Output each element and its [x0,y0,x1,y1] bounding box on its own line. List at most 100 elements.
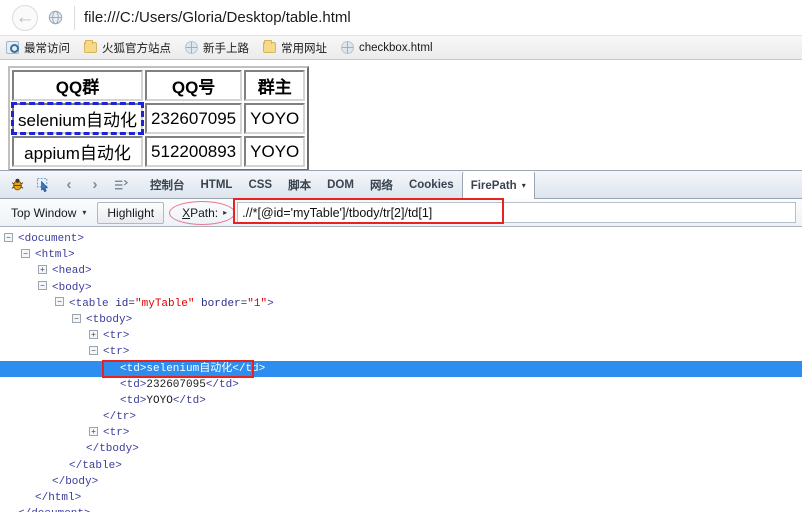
table-header-cell: 群主 [244,70,306,101]
dom-tag-name: <html> [35,249,75,262]
dom-node-row[interactable]: </html> [0,490,802,506]
table-cell[interactable]: YOYO [244,103,306,134]
firebug-nav-back-icon[interactable]: ‹ [56,171,82,198]
table-cell[interactable]: 232607095 [145,103,243,134]
table-row[interactable]: selenium自动化 232607095 YOYO [10,102,306,135]
dom-node-row[interactable]: − <body> [0,280,802,296]
browser-chrome: ← file:///C:/Users/Gloria/Desktop/table.… [0,0,802,60]
expand-twisty-icon[interactable]: + [89,426,98,436]
table-body: QQ群 QQ号 群主 selenium自动化 232607095 YOYO ap… [10,70,306,167]
xpath-mode-label: XPath: [182,205,219,220]
url-text[interactable]: file:///C:/Users/Gloria/Desktop/table.ht… [84,9,351,26]
dom-node-row[interactable]: + <tr> [0,328,802,344]
table-cell-selected[interactable]: selenium自动化 [10,102,145,135]
dom-node-row[interactable]: − <tr> [0,344,802,360]
table-header-cell: QQ号 [145,70,243,101]
dom-node-row[interactable]: + <tr> [0,425,802,441]
dom-tag-close: </td> [172,394,206,407]
dom-node-row[interactable]: <td>232607095</td> [0,377,802,393]
url-bar-row: ← file:///C:/Users/Gloria/Desktop/table.… [0,0,802,35]
bookmark-label: checkbox.html [359,41,433,54]
context-window-label: Top Window [11,205,77,220]
expand-twisty-icon[interactable]: + [89,329,98,339]
dom-node-row[interactable]: </document> [0,506,802,512]
dom-tag-name: <tr> [103,427,130,440]
bookmarks-toolbar: 最常访问 火狐官方站点 新手上路 常用网址 checkbox.html [0,35,802,60]
firebug-bug-icon[interactable] [4,171,30,198]
dom-node-row[interactable]: </tbody> [0,441,802,457]
dom-node-row[interactable]: </tr> [0,409,802,425]
collapse-twisty-icon[interactable]: − [55,297,64,307]
bookmark-getting-started[interactable]: 新手上路 [185,40,249,56]
collapse-twisty-icon[interactable]: − [21,248,30,258]
folder-icon [263,40,276,53]
tab-html[interactable]: HTML [193,171,241,198]
dom-node-row[interactable]: − <document> [0,231,802,247]
collapse-twisty-icon[interactable]: − [89,345,98,355]
tab-css[interactable]: CSS [240,171,280,198]
dom-attr-name: id= [108,297,136,310]
dom-tag-close: </td> [205,378,239,391]
bookmark-label: 新手上路 [203,42,249,55]
collapse-twisty-icon[interactable]: − [38,281,47,291]
dom-node-row[interactable]: </body> [0,474,802,490]
inspect-element-icon[interactable] [30,171,56,198]
firebug-nav-forward-icon[interactable]: › [82,171,108,198]
bookmark-checkbox-html[interactable]: checkbox.html [341,41,433,54]
chevron-down-icon: ▾ [521,181,526,190]
bookmark-label: 最常访问 [24,42,70,55]
dom-tag-name: <body> [52,281,92,294]
table-cell[interactable]: appium自动化 [12,136,144,167]
table-row[interactable]: appium自动化 512200893 YOYO [12,136,306,167]
highlight-button[interactable]: Highlight [97,201,165,224]
xpath-mode-dropdown[interactable]: XPath: ▸ [169,200,236,225]
firepath-xpath-bar: Top Window ▾ Highlight XPath: ▸ [0,198,802,227]
dom-tag-name: <document> [18,233,85,245]
bookmark-label: 常用网址 [281,42,327,55]
firebug-panel: ‹ › 控制台 HTML CSS 脚本 DOM 网络 Cookies FireP… [0,170,802,512]
dom-text-node: 232607095 [146,378,206,391]
tab-cookies[interactable]: Cookies [401,171,462,198]
tab-dom[interactable]: DOM [319,171,362,198]
site-identity-globe-icon[interactable] [42,5,68,31]
tab-firepath[interactable]: FirePath ▾ [461,171,535,199]
table-header-cell: QQ群 [12,70,144,101]
bookmark-common-sites[interactable]: 常用网址 [263,40,327,56]
xpath-input[interactable] [237,202,796,223]
chevron-down-icon: ▾ [82,208,87,217]
dom-node-row[interactable]: − <tbody> [0,312,802,328]
expand-twisty-icon[interactable]: + [38,264,47,274]
tab-script[interactable]: 脚本 [280,171,319,198]
bookmark-label: 火狐官方站点 [102,42,171,55]
dom-node-row[interactable]: − <html> [0,247,802,263]
qq-group-table: QQ群 QQ号 群主 selenium自动化 232607095 YOYO ap… [8,66,310,171]
dom-tree-view[interactable]: − <document> − <html> + <head> − <body> − <table … [0,229,802,512]
tab-console[interactable]: 控制台 [142,171,193,198]
page-viewport: QQ群 QQ号 群主 selenium自动化 232607095 YOYO ap… [0,60,802,171]
dom-text-node: YOYO [146,394,173,407]
collapse-twisty-icon[interactable]: − [4,232,13,242]
quick-info-box-icon[interactable] [108,171,134,198]
dom-node-row[interactable]: </table> [0,458,802,474]
bookmark-firefox-official[interactable]: 火狐官方站点 [84,40,171,56]
table-cell[interactable]: YOYO [244,136,306,167]
context-window-dropdown[interactable]: Top Window ▾ [4,204,93,222]
dom-node-row[interactable]: − <table id="myTable" border="1"> [0,296,802,312]
table-cell[interactable]: 512200893 [145,136,243,167]
collapse-twisty-icon[interactable]: − [72,313,81,323]
firebug-toolbar: ‹ › 控制台 HTML CSS 脚本 DOM 网络 Cookies FireP… [0,171,802,199]
dom-attr-value: "1" [247,297,268,310]
dom-node-row-selected[interactable]: <td>selenium自动化</td> [0,360,802,377]
dom-node-row[interactable]: + <head> [0,263,802,279]
dom-node-row[interactable]: <td>YOYO</td> [0,393,802,409]
back-button[interactable]: ← [12,4,38,31]
tab-net[interactable]: 网络 [362,171,401,198]
bookmark-most-visited[interactable]: 最常访问 [6,40,70,56]
globe-icon [341,41,354,54]
globe-icon [185,41,198,54]
